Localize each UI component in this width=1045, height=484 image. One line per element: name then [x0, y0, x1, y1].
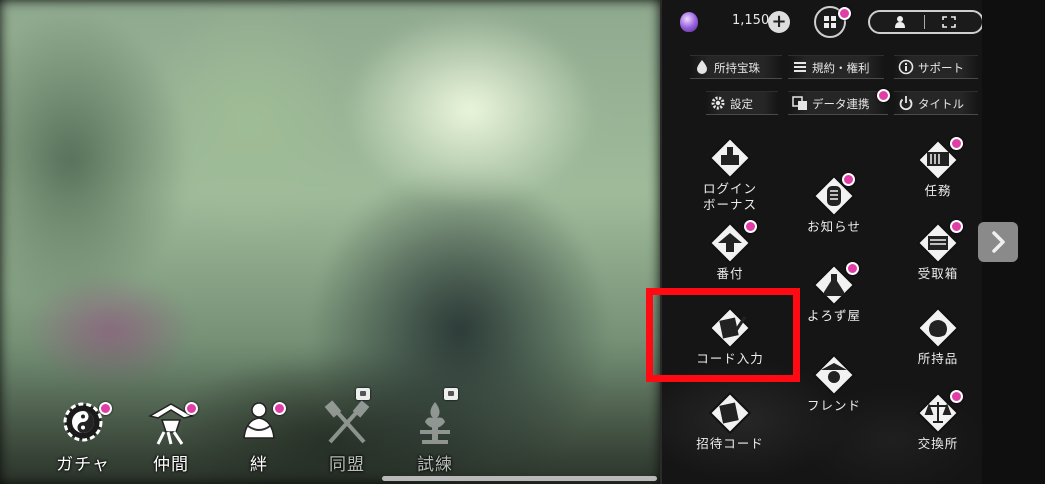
shop-badge	[846, 262, 859, 275]
exchange-badge	[950, 390, 963, 403]
stamp-icon	[708, 136, 752, 180]
friend-icon	[812, 353, 856, 397]
gem-icon	[680, 12, 698, 32]
home-indicator[interactable]	[382, 476, 657, 481]
power-icon	[899, 96, 913, 111]
notice-button[interactable]: お知らせ	[784, 173, 884, 253]
data-link-button[interactable]: データ連携	[788, 91, 888, 115]
nav-gacha-label: ガチャ	[56, 455, 110, 475]
nav-gacha[interactable]: ガチャ	[52, 396, 114, 475]
data-link-icon	[792, 96, 807, 110]
invite-code-label: 招待コード	[696, 436, 764, 451]
login-bonus-button[interactable]: ログイン ボーナス	[680, 135, 780, 215]
support-label: サポート	[918, 61, 964, 75]
data-link-badge	[877, 89, 890, 102]
exchange-label: 交換所	[917, 436, 959, 451]
ranking-badge	[744, 220, 757, 233]
terms-button[interactable]: 規約・権利	[788, 55, 884, 79]
title-label: タイトル	[918, 97, 964, 111]
nav-alliance[interactable]: 同盟	[316, 388, 378, 475]
ranking-label: 番付	[716, 266, 744, 281]
companions-badge	[185, 402, 198, 415]
pill-separator	[924, 15, 925, 29]
gacha-badge	[99, 402, 112, 415]
nav-bond-label: 絆	[250, 455, 268, 475]
inbox-label: 受取箱	[917, 266, 959, 281]
inventory-button[interactable]: 所持品	[888, 305, 982, 385]
friend-label: フレンド	[806, 398, 861, 413]
data-link-label: データ連携	[812, 97, 870, 111]
drop-icon	[697, 60, 707, 74]
exchange-button[interactable]: 交換所	[888, 390, 982, 470]
login-bonus-label-1: ログイン	[702, 181, 757, 196]
owned-gems-button[interactable]: 所持宝珠	[690, 55, 782, 79]
owned-gems-label: 所持宝珠	[714, 61, 760, 75]
trial-lock-icon	[444, 388, 458, 400]
add-currency-button[interactable]: +	[768, 11, 790, 33]
terms-label: 規約・権利	[812, 61, 870, 75]
title-button[interactable]: タイトル	[894, 91, 978, 115]
menu-panel: 1,150 + 所持宝珠 規約・権利 サポート 設定 データ連携 タイトル ログ…	[660, 0, 982, 484]
nav-companions[interactable]: 仲間	[140, 396, 202, 475]
grid-menu-badge	[838, 7, 851, 20]
inventory-label: 所持品	[917, 351, 959, 366]
notice-badge	[842, 173, 855, 186]
next-page-button[interactable]	[978, 222, 1018, 262]
nav-bond[interactable]: 絆	[228, 396, 290, 475]
currency-display: 1,150 +	[680, 10, 792, 34]
bond-badge	[273, 402, 286, 415]
currency-amount: 1,150	[732, 13, 770, 28]
tasks-label: 任務	[924, 183, 952, 198]
invite-code-button[interactable]: 招待コード	[680, 390, 780, 470]
trial-torch-icon	[420, 402, 450, 444]
support-button[interactable]: サポート	[894, 55, 978, 79]
fullscreen-icon[interactable]	[942, 16, 956, 28]
nav-companions-label: 仲間	[153, 455, 189, 475]
chevron-right-icon	[992, 231, 1005, 253]
inbox-badge	[950, 220, 963, 233]
code-input-highlight-frame	[646, 288, 800, 382]
alliance-lock-icon	[356, 388, 370, 400]
tasks-badge	[950, 137, 963, 150]
login-bonus-label-2: ボーナス	[702, 197, 757, 212]
notice-label: お知らせ	[807, 219, 861, 234]
inbox-button[interactable]: 受取箱	[888, 220, 982, 300]
tasks-button[interactable]: 任務	[888, 137, 982, 217]
settings-button[interactable]: 設定	[706, 91, 778, 115]
info-icon	[898, 59, 914, 75]
bottom-nav: ガチャ 仲間 絆 同盟 試練	[52, 388, 466, 476]
gear-icon	[711, 96, 725, 110]
nav-trial[interactable]: 試練	[404, 388, 466, 475]
account-fullscreen-pill	[868, 10, 982, 34]
person-icon[interactable]	[894, 15, 906, 29]
crossed-banners-icon	[324, 400, 370, 444]
list-icon	[794, 62, 806, 72]
pouch-icon	[916, 306, 960, 350]
nav-alliance-label: 同盟	[329, 455, 365, 475]
nav-trial-label: 試練	[417, 455, 453, 475]
settings-label: 設定	[730, 97, 753, 111]
invite-code-icon	[708, 391, 752, 435]
